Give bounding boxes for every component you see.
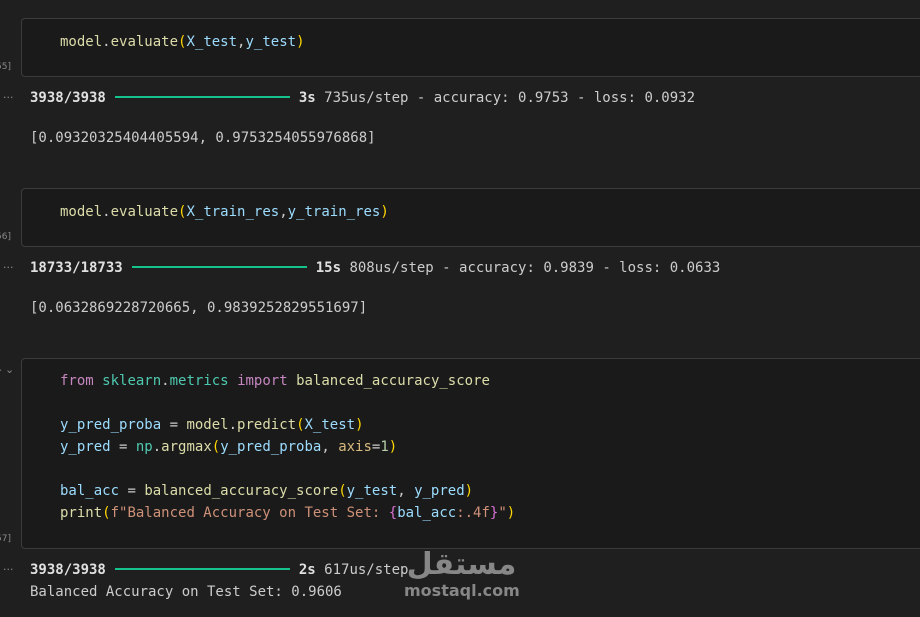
progress-time: 2s [298, 562, 316, 578]
code-cell-56[interactable]: model.evaluate(X_train_res,y_train_res) [21, 188, 920, 247]
progress-rate: 808us/step - accuracy: 0.9839 - loss: 0.… [349, 260, 721, 276]
progress-bar [114, 568, 290, 570]
progress-bar [114, 96, 290, 98]
result-output: [0.0632869228720665, 0.9839252829551697] [30, 300, 368, 316]
code-line: print(f"Balanced Accuracy on Test Set: {… [60, 505, 516, 521]
progress-rate: 617us/step [324, 562, 409, 578]
watermark-latin: mostaql.com [404, 581, 520, 600]
execution-count: 55] [0, 62, 11, 72]
progress-bar [131, 266, 307, 268]
progress-time: 3s [298, 90, 316, 106]
progress-steps: 3938/3938 [30, 562, 106, 578]
output-marker[interactable]: ... [3, 258, 14, 271]
progress-output: 3938/3938 2s 617us/step [30, 560, 408, 580]
result-output: [0.09320325404405594, 0.9753254055976868… [30, 130, 376, 146]
execution-count: 56] [0, 232, 11, 242]
code-cell-57[interactable]: from sklearn.metrics import balanced_acc… [21, 358, 920, 549]
progress-time: 15s [315, 260, 342, 276]
result-output: Balanced Accuracy on Test Set: 0.9606 [30, 584, 342, 600]
watermark-arabic: مستقل [406, 547, 517, 582]
code-cell-55[interactable]: model.evaluate(X_test,y_test) [21, 18, 920, 77]
code-line: model.evaluate(X_test,y_test) [60, 34, 305, 50]
code-line: y_pred = np.argmax(y_pred_proba, axis=1) [60, 439, 398, 455]
code-line: bal_acc = balanced_accuracy_score(y_test… [60, 483, 474, 499]
code-line: y_pred_proba = model.predict(X_test) [60, 417, 364, 433]
code-line: from sklearn.metrics import balanced_acc… [60, 373, 490, 389]
output-marker[interactable]: ... [3, 88, 14, 101]
code-line: model.evaluate(X_train_res,y_train_res) [60, 204, 389, 220]
progress-steps: 3938/3938 [30, 90, 106, 106]
progress-output: 18733/18733 15s 808us/step - accuracy: 0.… [30, 258, 720, 278]
progress-steps: 18733/18733 [30, 260, 123, 276]
execution-count: 57] [0, 534, 11, 544]
progress-output: 3938/3938 3s 735us/step - accuracy: 0.975… [30, 88, 695, 108]
progress-rate: 735us/step - accuracy: 0.9753 - loss: 0.… [324, 90, 696, 106]
cell-collapse-chevron-icon[interactable]: ▸ ⌄ [0, 363, 14, 376]
mostaql-watermark-logo: مستقل mostaql.com [404, 547, 520, 600]
output-marker[interactable]: ... [3, 560, 14, 573]
